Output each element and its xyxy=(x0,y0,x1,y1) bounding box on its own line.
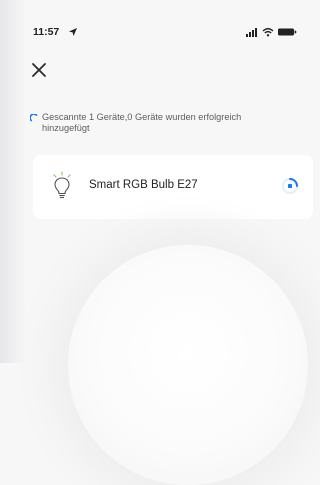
status-icons xyxy=(246,28,297,37)
cellular-signal-icon xyxy=(246,28,257,37)
edge-shadow xyxy=(0,0,26,363)
scanning-radar-circle xyxy=(68,245,308,485)
device-card[interactable]: Smart RGB Bulb E27 xyxy=(33,155,313,219)
wifi-icon xyxy=(262,28,274,37)
battery-icon xyxy=(278,28,297,36)
lightbulb-icon xyxy=(53,171,71,199)
close-icon[interactable] xyxy=(30,61,50,81)
status-bar: 11:57 xyxy=(0,0,316,40)
location-arrow-icon xyxy=(69,28,77,36)
scan-message: Gescannte 1 Geräte,0 Geräte wurden erfol… xyxy=(42,112,242,133)
device-name: Smart RGB Bulb E27 xyxy=(89,179,198,191)
status-time: 11:57 xyxy=(33,26,60,38)
loading-spinner-icon xyxy=(30,114,38,122)
progress-indicator-icon xyxy=(282,178,298,194)
